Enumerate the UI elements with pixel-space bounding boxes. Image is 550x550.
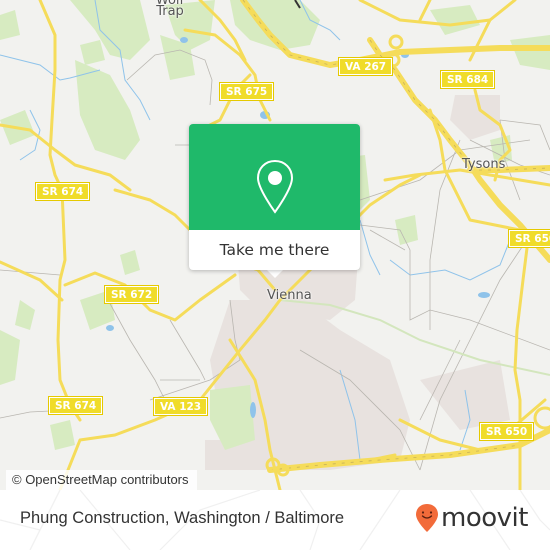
location-popup: Take me there <box>189 124 360 278</box>
place-title: Phung Construction, Washington / Baltimo… <box>20 509 345 527</box>
popup-card: Take me there <box>189 124 360 270</box>
route-shield-sr-672: SR 672 <box>103 285 160 304</box>
map-view[interactable]: Wolf Trap Tysons Vienna VA 267 SR 684 SR… <box>0 0 550 490</box>
popup-header <box>189 124 360 230</box>
place-label-wolf-trap: Wolf Trap <box>152 0 188 18</box>
take-me-there-button[interactable]: Take me there <box>189 230 360 270</box>
route-shield-sr-674-top: SR 674 <box>34 182 91 201</box>
route-shield-va-123: VA 123 <box>152 397 209 416</box>
route-shield-va-267: VA 267 <box>337 57 394 76</box>
map-attribution[interactable]: © OpenStreetMap contributors <box>6 470 197 490</box>
place-label-vienna: Vienna <box>267 288 312 303</box>
route-shield-sr-650-bottom: SR 650 <box>478 422 535 441</box>
route-shield-sr-675: SR 675 <box>218 82 275 101</box>
route-shield-sr-650-top: SR 650 <box>507 229 550 248</box>
moovit-smiley-pin-icon <box>416 504 438 532</box>
route-shield-sr-684: SR 684 <box>439 70 496 89</box>
route-shield-sr-674-bottom: SR 674 <box>47 396 104 415</box>
footer-bar: Phung Construction, Washington / Baltimo… <box>0 490 550 550</box>
place-label-text: Wolf Trap <box>155 0 185 19</box>
map-pin-icon <box>256 159 294 214</box>
popup-pointer <box>267 270 283 278</box>
moovit-wordmark: moovit <box>441 503 528 533</box>
moovit-logo[interactable]: moovit <box>415 502 528 534</box>
place-label-tysons: Tysons <box>462 157 506 172</box>
